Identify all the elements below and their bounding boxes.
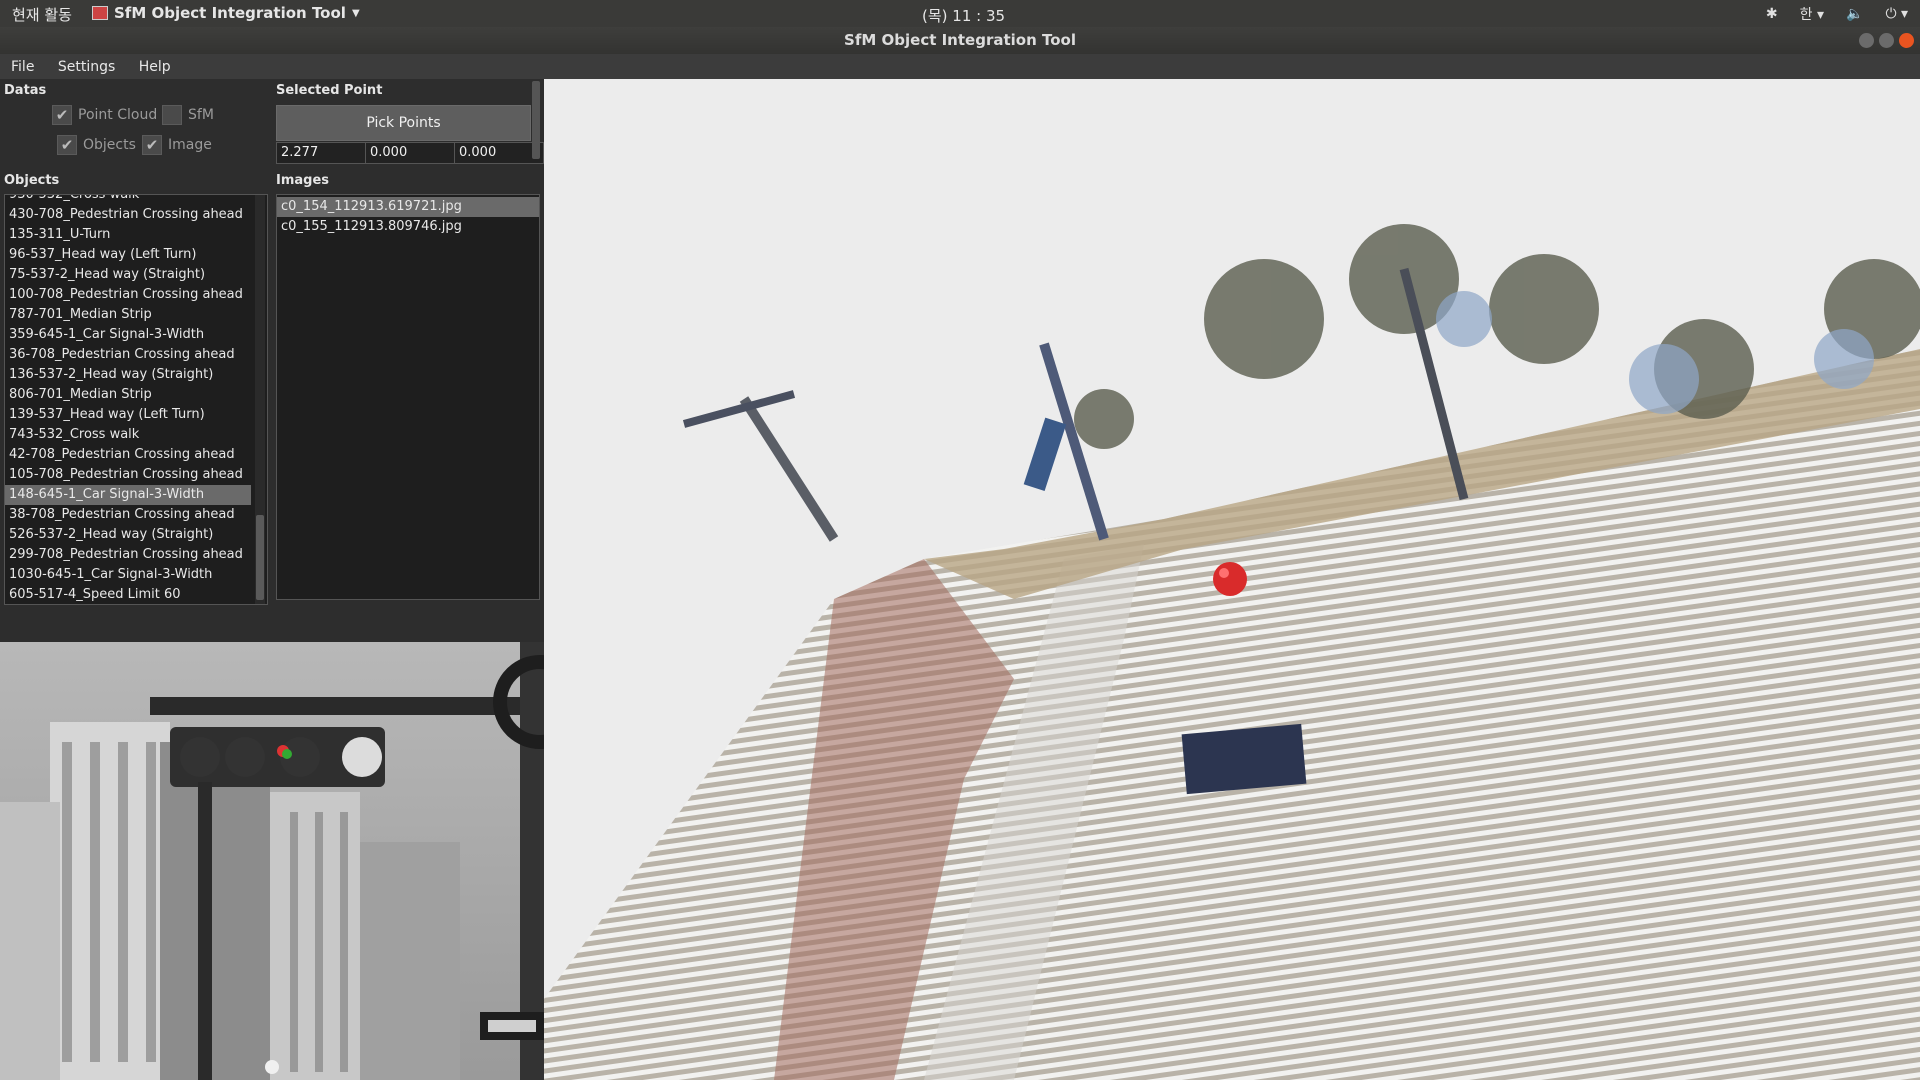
activities-button[interactable]: 현재 활동 [12, 4, 72, 25]
volume-icon[interactable]: 🔈 [1846, 6, 1863, 22]
selected-point-marker [1213, 562, 1247, 596]
object-list-item[interactable]: 148-645-1_Car Signal-3-Width [5, 485, 251, 505]
datas-label: Datas [4, 83, 47, 98]
objects-checkbox[interactable]: ✔ Objects [57, 135, 136, 155]
point-cloud-viewer[interactable] [544, 79, 1920, 1080]
object-list-item[interactable]: 787-701_Median Strip [5, 305, 251, 325]
system-top-panel: 현재 활동 SfM Object Integration Tool ▼ (목) … [0, 0, 1920, 27]
object-list-item[interactable]: 36-708_Pedestrian Crossing ahead [5, 345, 251, 365]
object-list-item[interactable]: 430-708_Pedestrian Crossing ahead [5, 205, 251, 225]
objects-list[interactable]: 930-532_Cross walk 430-708_Pedestrian Cro… [4, 194, 268, 605]
object-list-item[interactable]: 930-532_Cross walk [5, 195, 251, 205]
images-list[interactable]: c0_154_112913.619721.jpg c0_155_112913.80… [276, 194, 540, 600]
scrollbar-thumb[interactable] [256, 515, 264, 600]
object-list-item[interactable]: 136-537-2_Head way (Straight) [5, 365, 251, 385]
object-list-item[interactable]: 743-532_Cross walk [5, 425, 251, 445]
images-label: Images [276, 173, 330, 188]
camera-image-preview [0, 642, 544, 1080]
pick-points-button[interactable]: Pick Points [276, 105, 531, 141]
object-list-item[interactable]: 75-537-2_Head way (Straight) [5, 265, 251, 285]
point-cloud-scene [544, 224, 1920, 1080]
power-icon[interactable]: ⏻ ▾ [1885, 6, 1908, 22]
object-list-item[interactable]: 139-537_Head way (Left Turn) [5, 405, 251, 425]
window-title: SfM Object Integration Tool [844, 31, 1076, 49]
control-panel: Datas ✔ Point Cloud SfM ✔ Objects ✔ Imag… [0, 79, 544, 642]
app-menu[interactable]: SfM Object Integration Tool ▼ [92, 4, 360, 22]
image-checkbox[interactable]: ✔ Image [142, 135, 212, 155]
image-list-item[interactable]: c0_155_112913.809746.jpg [277, 217, 539, 237]
close-button[interactable] [1899, 33, 1914, 48]
object-list-item[interactable]: 526-537-2_Head way (Straight) [5, 525, 251, 545]
menu-bar: File Settings Help [0, 54, 1920, 79]
object-list-item[interactable]: 42-708_Pedestrian Crossing ahead [5, 445, 251, 465]
chevron-down-icon: ▼ [351, 7, 360, 19]
object-list-item[interactable]: 605-517-4_Speed Limit 60 [5, 585, 251, 604]
app-icon [92, 6, 108, 20]
object-list-item[interactable]: 359-645-1_Car Signal-3-Width [5, 325, 251, 345]
point-y-field[interactable]: 0.000 [365, 142, 455, 164]
object-list-item[interactable]: 100-708_Pedestrian Crossing ahead [5, 285, 251, 305]
panel-scrollbar[interactable] [532, 81, 540, 159]
checkbox-empty [162, 105, 182, 125]
selected-point-label: Selected Point [276, 83, 383, 98]
menu-file[interactable]: File [3, 54, 42, 75]
network-icon[interactable]: ✱ [1766, 6, 1778, 22]
object-list-item[interactable]: 1030-645-1_Car Signal-3-Width [5, 565, 251, 585]
maximize-button[interactable] [1879, 33, 1894, 48]
checkmark-icon: ✔ [142, 135, 162, 155]
menu-help[interactable]: Help [131, 54, 179, 75]
object-list-item[interactable]: 96-537_Head way (Left Turn) [5, 245, 251, 265]
point-x-field[interactable]: 2.277 [276, 142, 366, 164]
object-list-item[interactable]: 38-708_Pedestrian Crossing ahead [5, 505, 251, 525]
image-list-item[interactable]: c0_154_112913.619721.jpg [277, 197, 539, 217]
sfm-checkbox[interactable]: SfM [162, 105, 214, 125]
input-method-indicator[interactable]: 한 ▾ [1800, 4, 1824, 24]
street-photo [0, 642, 544, 1080]
objects-scrollbar[interactable] [255, 195, 265, 604]
point-cloud-checkbox[interactable]: ✔ Point Cloud [52, 105, 157, 125]
checkmark-icon: ✔ [52, 105, 72, 125]
object-list-item[interactable]: 299-708_Pedestrian Crossing ahead [5, 545, 251, 565]
clock[interactable]: (목) 11 : 35 [922, 5, 1005, 26]
object-list-item[interactable]: 806-701_Median Strip [5, 385, 251, 405]
minimize-button[interactable] [1859, 33, 1874, 48]
object-list-item[interactable]: 105-708_Pedestrian Crossing ahead [5, 465, 251, 485]
checkmark-icon: ✔ [57, 135, 77, 155]
menu-settings[interactable]: Settings [50, 54, 123, 75]
object-list-item[interactable]: 135-311_U-Turn [5, 225, 251, 245]
objects-label: Objects [4, 173, 60, 188]
window-title-bar: SfM Object Integration Tool [0, 27, 1920, 54]
point-z-field[interactable]: 0.000 [454, 142, 544, 164]
app-menu-label: SfM Object Integration Tool [114, 4, 346, 22]
